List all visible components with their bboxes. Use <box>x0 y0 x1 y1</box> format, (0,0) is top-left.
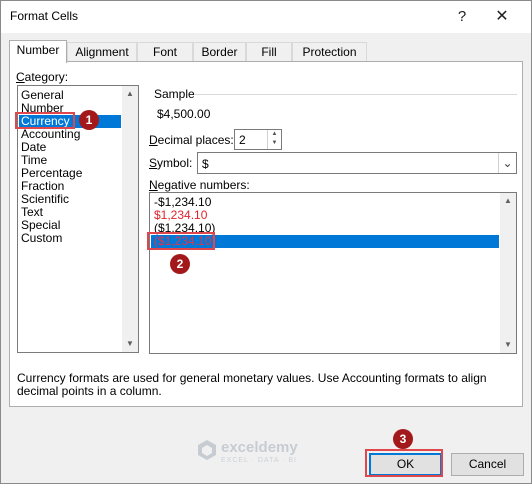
chevron-down-icon[interactable]: ⌄ <box>498 153 516 173</box>
scroll-down-icon[interactable]: ▼ <box>500 337 516 353</box>
sample-group-line <box>195 94 517 95</box>
format-cells-dialog: Format Cells ? ✕ Number Alignment Font B… <box>0 0 532 484</box>
decimal-places-value[interactable]: 2 <box>239 133 246 147</box>
sample-label: Sample <box>154 87 195 101</box>
category-scrollbar[interactable]: ▲ ▼ <box>122 86 138 352</box>
step-badge-3: 3 <box>393 429 413 449</box>
negative-format-highlight-box <box>147 232 215 250</box>
watermark-tagline: EXCEL · DATA · BI <box>221 457 297 464</box>
dialog-title: Format Cells <box>10 9 79 23</box>
category-label: Category: <box>16 70 69 84</box>
tab-protection[interactable]: Protection <box>292 42 367 62</box>
tab-fill[interactable]: Fill <box>246 42 292 62</box>
tab-border[interactable]: Border <box>193 42 246 62</box>
cancel-button[interactable]: Cancel <box>451 453 524 476</box>
tab-font[interactable]: Font <box>137 42 193 62</box>
symbol-label: Symbol: <box>149 156 193 170</box>
negative-numbers-label: Negative numbers: <box>149 178 250 192</box>
spin-up-icon[interactable]: ▲ <box>268 130 281 139</box>
currency-highlight-box <box>15 112 75 129</box>
tab-number[interactable]: Number <box>9 40 67 63</box>
scroll-up-icon[interactable]: ▲ <box>500 193 516 209</box>
step-badge-1: 1 <box>79 110 99 130</box>
close-button[interactable]: ✕ <box>485 5 519 29</box>
watermark-name: exceldemy <box>221 439 298 456</box>
title-bar: Format Cells ? ✕ <box>1 1 531 33</box>
spin-down-icon[interactable]: ▼ <box>268 139 281 148</box>
decimal-places-label: Decimal places: <box>149 133 234 147</box>
category-item-custom[interactable]: Custom <box>19 232 121 245</box>
ok-highlight-box <box>365 449 443 477</box>
scroll-up-icon[interactable]: ▲ <box>122 86 138 102</box>
symbol-dropdown[interactable]: $ ⌄ <box>197 152 517 174</box>
negative-numbers-listbox[interactable]: -$1,234.10 $1,234.10 ($1,234.10) ($1,234… <box>149 192 517 354</box>
category-description: Currency formats are used for general mo… <box>17 371 487 398</box>
help-button[interactable]: ? <box>445 5 479 29</box>
scroll-down-icon[interactable]: ▼ <box>122 336 138 352</box>
decimal-places-spin-buttons: ▲ ▼ <box>267 130 281 149</box>
negative-numbers-scrollbar[interactable]: ▲ ▼ <box>500 193 516 353</box>
symbol-value: $ <box>202 157 209 171</box>
exceldemy-watermark: exceldemy EXCEL · DATA · BI <box>197 439 298 464</box>
exceldemy-logo-icon <box>198 440 216 460</box>
step-badge-2: 2 <box>170 254 190 274</box>
tab-alignment[interactable]: Alignment <box>67 42 137 62</box>
decimal-places-stepper[interactable]: 2 ▲ ▼ <box>234 129 282 150</box>
sample-value: $4,500.00 <box>157 107 211 121</box>
